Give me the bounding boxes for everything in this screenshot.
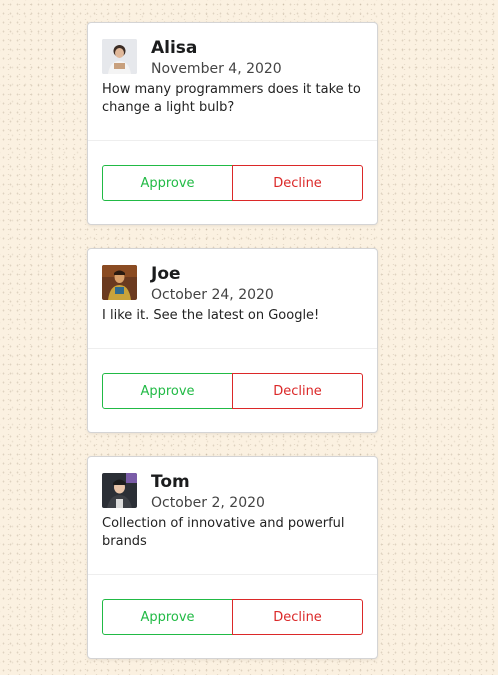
decline-button[interactable]: Decline	[232, 599, 363, 635]
approve-button[interactable]: Approve	[102, 373, 233, 409]
post-date: October 2, 2020	[151, 495, 265, 511]
avatar-image	[102, 265, 137, 300]
decline-button[interactable]: Decline	[232, 165, 363, 201]
author-name: Tom	[151, 472, 190, 492]
card-actions: Approve Decline	[88, 140, 377, 224]
avatar	[102, 473, 137, 508]
button-group: Approve Decline	[102, 599, 363, 635]
card-actions: Approve Decline	[88, 574, 377, 658]
card-joe: Joe October 24, 2020 I like it. See the …	[87, 248, 378, 433]
button-group: Approve Decline	[102, 373, 363, 409]
post-description: Collection of innovative and powerful br…	[102, 516, 345, 549]
card-content: Tom October 2, 2020 Collection of innova…	[88, 457, 377, 551]
author-name: Joe	[151, 264, 181, 284]
card-alisa: Alisa November 4, 2020 How many programm…	[87, 22, 378, 225]
card-content: Alisa November 4, 2020 How many programm…	[88, 23, 377, 117]
card-content: Joe October 24, 2020 I like it. See the …	[88, 249, 377, 325]
post-description: I like it. See the latest on Google!	[102, 308, 320, 323]
approve-button[interactable]: Approve	[102, 599, 233, 635]
avatar-image	[102, 473, 137, 508]
card-actions: Approve Decline	[88, 348, 377, 432]
button-group: Approve Decline	[102, 165, 363, 201]
decline-button[interactable]: Decline	[232, 373, 363, 409]
avatar	[102, 265, 137, 300]
author-name: Alisa	[151, 38, 198, 58]
post-date: October 24, 2020	[151, 287, 274, 303]
card-tom: Tom October 2, 2020 Collection of innova…	[87, 456, 378, 659]
post-description: How many programmers does it take to cha…	[102, 82, 361, 115]
avatar-image	[102, 39, 137, 74]
post-date: November 4, 2020	[151, 61, 282, 77]
approve-button[interactable]: Approve	[102, 165, 233, 201]
avatar	[102, 39, 137, 74]
